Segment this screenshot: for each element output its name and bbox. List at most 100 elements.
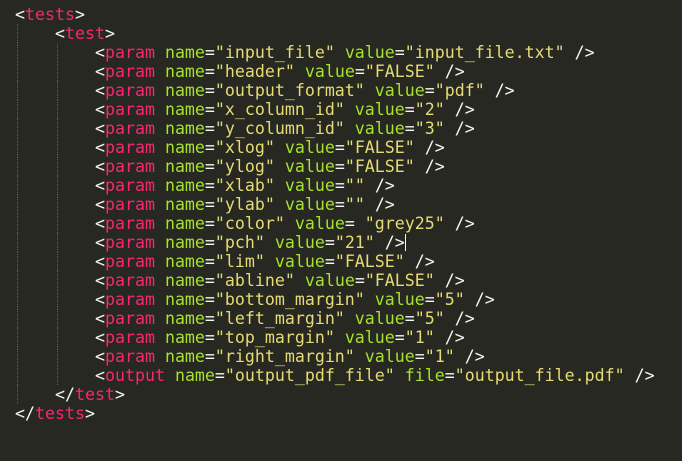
attr-name: name <box>164 195 205 214</box>
attr-name: name <box>164 290 205 309</box>
attr-name: value <box>294 214 345 233</box>
indent-guide <box>17 347 18 366</box>
attr-value: "1" <box>424 347 455 366</box>
indent-guide <box>57 328 58 347</box>
attr-name: name <box>164 214 205 233</box>
code-line: <param name="header" value="FALSE" /> <box>0 62 682 81</box>
code-line: <param name="top_margin" value="1" /> <box>0 328 682 347</box>
attr-value: "ylab" <box>214 195 275 214</box>
indent-guide <box>57 233 58 252</box>
indent-guide <box>17 138 18 157</box>
attr-name: name <box>164 157 205 176</box>
code-text: <param name="y_column_id" value="3" /> <box>95 119 475 138</box>
attr-value: "grey25" <box>364 214 445 233</box>
tag-name: param <box>105 309 155 328</box>
attr-name: name <box>164 43 205 62</box>
attr-name: name <box>164 176 205 195</box>
indent-guide <box>17 328 18 347</box>
attr-value: "FALSE" <box>364 271 435 290</box>
indent-guide <box>57 138 58 157</box>
indent-guide <box>17 195 18 214</box>
indent-guide <box>17 157 18 176</box>
attr-value: "top_margin" <box>214 328 335 347</box>
indent-guide <box>17 43 18 62</box>
code-text: <test> <box>55 24 115 43</box>
attr-name: name <box>164 119 205 138</box>
attr-value: "" <box>344 176 365 195</box>
attr-name: value <box>354 100 405 119</box>
attr-value: "bottom_margin" <box>214 290 365 309</box>
attr-value: "right_margin" <box>214 347 355 366</box>
attr-value: "FALSE" <box>344 157 415 176</box>
attr-name: name <box>164 138 205 157</box>
attr-name: value <box>274 252 325 271</box>
tag-name: param <box>105 100 155 119</box>
code-line: <param name="right_margin" value="1" /> <box>0 347 682 366</box>
attr-value: "ylog" <box>214 157 275 176</box>
attr-value: "" <box>344 195 365 214</box>
code-text: <param name="abline" value="FALSE" /> <box>95 271 465 290</box>
code-text: <param name="ylab" value="" /> <box>95 195 395 214</box>
code-text: <param name="xlab" value="" /> <box>95 176 395 195</box>
attr-value: "5" <box>434 290 465 309</box>
attr-value: "xlog" <box>214 138 275 157</box>
attr-value: "output_file.pdf" <box>454 366 625 385</box>
indent-guide <box>17 62 18 81</box>
attr-value: "y_column_id" <box>214 119 345 138</box>
attr-name: name <box>164 252 205 271</box>
tag-name: param <box>105 271 155 290</box>
tag-name: param <box>105 138 155 157</box>
code-text: <param name="header" value="FALSE" /> <box>95 62 465 81</box>
tag-name: param <box>105 157 155 176</box>
attr-value: "5" <box>414 309 445 328</box>
indent-guide <box>57 81 58 100</box>
attr-value: "output_format" <box>214 81 365 100</box>
code-line: <param name="color" value= "grey25" /> <box>0 214 682 233</box>
attr-name: name <box>164 271 205 290</box>
code-line: <param name="pch" value="21" /> <box>0 233 682 252</box>
indent-guide <box>57 195 58 214</box>
attr-name: value <box>304 62 355 81</box>
code-line: </test> <box>0 385 682 404</box>
code-editor[interactable]: <tests> <test> <param name="input_file" … <box>0 5 682 423</box>
code-line: <param name="x_column_id" value="2" /> <box>0 100 682 119</box>
attr-name: value <box>364 347 415 366</box>
code-line: <param name="xlab" value="" /> <box>0 176 682 195</box>
indent-guide <box>17 366 18 385</box>
tag-name: param <box>105 328 155 347</box>
attr-value: "color" <box>214 214 285 233</box>
indent-guide <box>57 100 58 119</box>
attr-value: "xlab" <box>214 176 275 195</box>
tag-name: param <box>105 195 155 214</box>
tag-name: param <box>105 252 155 271</box>
code-text: <param name="top_margin" value="1" /> <box>95 328 465 347</box>
attr-name: value <box>354 119 405 138</box>
code-text: <param name="x_column_id" value="2" /> <box>95 100 475 119</box>
attr-value: "input_file" <box>214 43 335 62</box>
attr-name: value <box>374 290 425 309</box>
indent-guide <box>17 252 18 271</box>
attr-name: name <box>164 347 205 366</box>
attr-name: name <box>164 309 205 328</box>
attr-name: value <box>284 157 335 176</box>
attr-name: value <box>354 309 405 328</box>
tag-name: param <box>105 233 155 252</box>
code-line: <tests> <box>0 5 682 24</box>
code-line: <param name="abline" value="FALSE" /> <box>0 271 682 290</box>
attr-value: "x_column_id" <box>214 100 345 119</box>
indent-guide <box>17 24 18 43</box>
code-line: </tests> <box>0 404 682 423</box>
code-line: <param name="y_column_id" value="3" /> <box>0 119 682 138</box>
attr-value: "output_pdf_file" <box>224 366 395 385</box>
attr-value: "lim" <box>214 252 265 271</box>
indent-guide <box>17 309 18 328</box>
tag-name: output <box>105 366 165 385</box>
attr-value: "left_margin" <box>214 309 345 328</box>
attr-name: file <box>404 366 445 385</box>
code-text: <param name="color" value= "grey25" /> <box>95 214 475 233</box>
indent-guide <box>57 366 58 385</box>
attr-value: "FALSE" <box>334 252 405 271</box>
attr-name: value <box>284 176 335 195</box>
tag-name: param <box>105 43 155 62</box>
attr-name: value <box>274 233 325 252</box>
